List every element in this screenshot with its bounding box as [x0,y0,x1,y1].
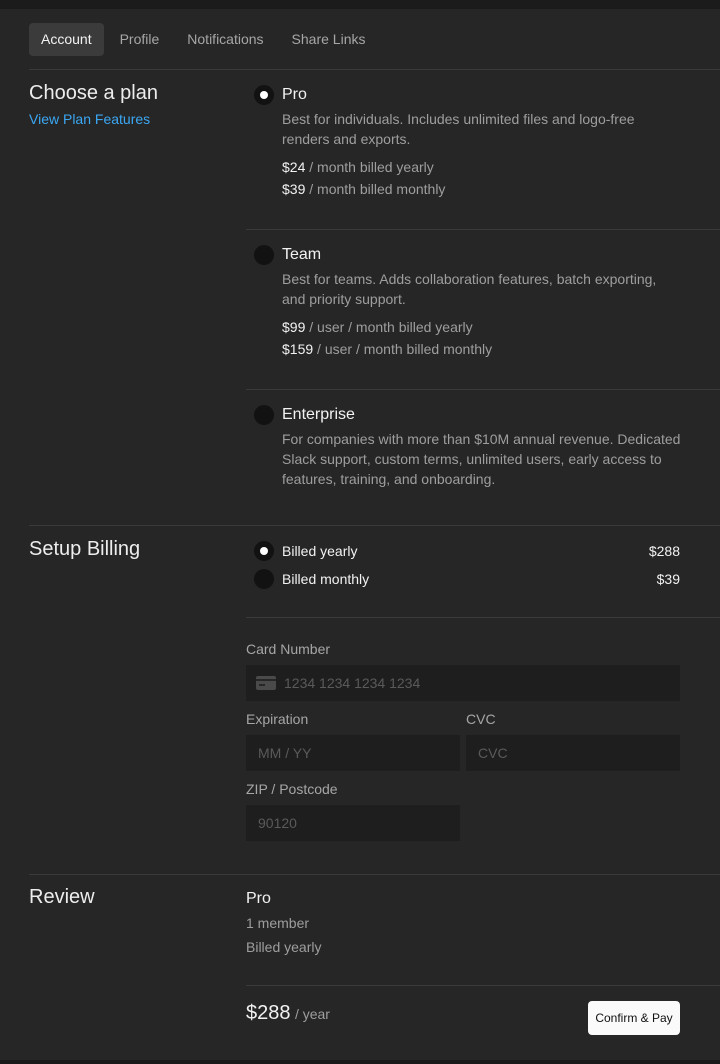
price-suffix: / month billed monthly [305,181,446,197]
divider [246,985,720,986]
review-members: 1 member [246,915,310,931]
cvc-input[interactable] [466,735,680,771]
billed-monthly-amount: $39 [656,571,680,587]
plan-enterprise-name: Enterprise [282,406,355,423]
plan-pro-price-yearly: $24 / month billed yearly [282,159,434,175]
plan-enterprise-radio[interactable] [254,405,274,425]
price-amount: $159 [282,341,314,357]
top-bar [0,0,720,9]
tab-profile[interactable]: Profile [108,23,172,56]
plan-team-price-monthly: $159 / user / month billed monthly [282,341,492,357]
zip-input[interactable] [246,805,460,841]
price-suffix: / user / month billed yearly [305,319,473,335]
confirm-pay-button[interactable]: Confirm & Pay [588,1001,680,1035]
divider [29,69,720,70]
plan-section-title: Choose a plan [29,82,158,104]
plan-team-radio[interactable] [254,245,274,265]
total-unit: / year [294,1006,330,1022]
settings-tabs: Account Profile Notifications Share Link… [29,23,381,56]
review-section-title: Review [29,886,95,908]
billed-monthly-label: Billed monthly [282,571,370,587]
billed-yearly-label: Billed yearly [282,543,358,559]
billing-section-title: Setup Billing [29,538,141,560]
billed-yearly-radio[interactable] [254,541,274,561]
review-billing: Billed yearly [246,939,322,955]
plan-pro-description: Best for individuals. Includes unlimited… [282,111,635,147]
expiration-label: Expiration [246,711,309,727]
divider [246,617,720,618]
zip-label: ZIP / Postcode [246,781,338,797]
view-plan-features-link[interactable]: View Plan Features [29,111,150,127]
review-plan-name: Pro [246,890,271,907]
tab-account[interactable]: Account [29,23,104,56]
price-suffix: / user / month billed monthly [313,341,493,357]
divider [29,874,720,875]
card-number-label: Card Number [246,641,331,657]
credit-card-icon [256,676,276,690]
divider [246,229,720,230]
price-amount: $99 [282,319,306,335]
tab-notifications[interactable]: Notifications [175,23,275,56]
card-number-input[interactable] [246,665,680,701]
price-amount: $24 [282,159,306,175]
price-suffix: / month billed yearly [305,159,434,175]
plan-team-name: Team [282,246,322,263]
cvc-label: CVC [466,711,496,727]
plan-pro-name: Pro [282,86,307,103]
billed-yearly-amount: $288 [648,543,680,559]
price-amount: $39 [282,181,306,197]
divider [29,525,720,526]
billed-monthly-radio[interactable] [254,569,274,589]
plan-team-price-yearly: $99 / user / month billed yearly [282,319,473,335]
plan-team-description: Best for teams. Adds collaboration featu… [282,271,657,307]
tab-share-links[interactable]: Share Links [280,23,378,56]
review-total: $288 / year [246,1002,330,1025]
total-amount: $288 [246,1002,291,1024]
divider [246,389,720,390]
plan-pro-radio[interactable] [254,85,274,105]
bottom-bar [0,1060,720,1064]
plan-enterprise-description: For companies with more than $10M annual… [282,431,681,487]
plan-pro-price-monthly: $39 / month billed monthly [282,181,445,197]
expiration-input[interactable] [246,735,460,771]
